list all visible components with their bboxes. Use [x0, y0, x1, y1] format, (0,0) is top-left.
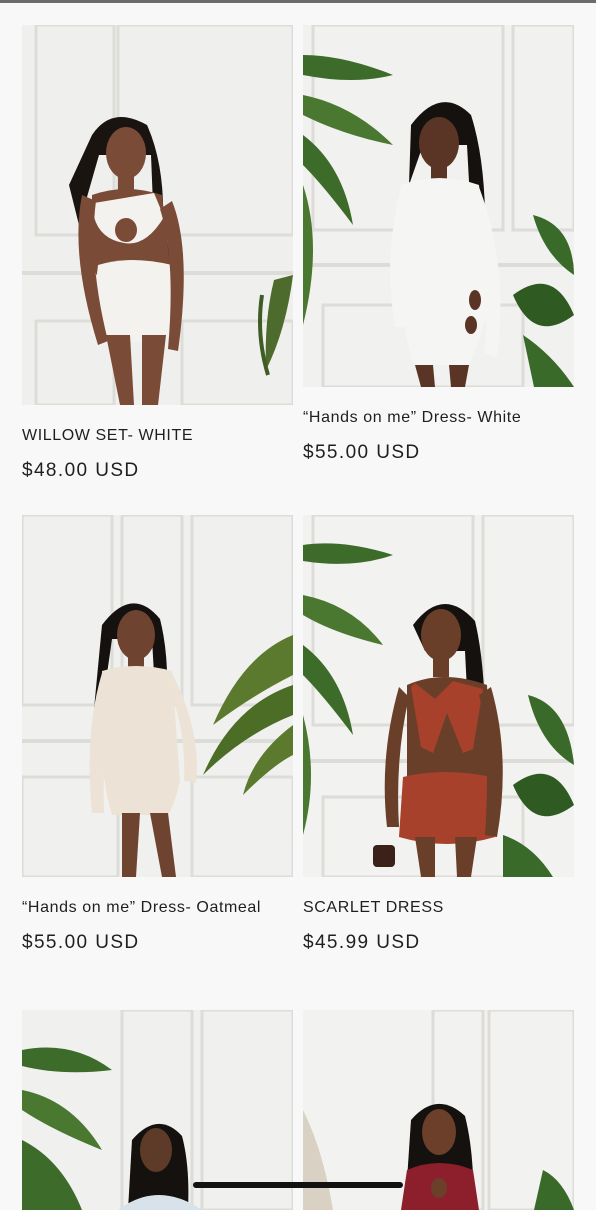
product-title[interactable]: “Hands on me” Dress- Oatmeal: [22, 897, 293, 919]
product-title[interactable]: WILLOW SET- WHITE: [22, 425, 293, 447]
product-card[interactable]: WILLOW SET- WHITE $48.00 USD: [22, 25, 293, 482]
model-photo-icon: [22, 25, 293, 405]
product-image[interactable]: [303, 25, 574, 387]
model-photo-icon: [303, 25, 574, 387]
home-indicator[interactable]: [193, 1182, 403, 1188]
product-card[interactable]: “Hands on me” Dress- White $55.00 USD: [303, 25, 574, 464]
product-card[interactable]: SCARLET DRESS $45.99 USD: [303, 515, 574, 954]
top-edge-bar: [0, 0, 596, 3]
product-image[interactable]: [303, 1010, 574, 1210]
product-title[interactable]: SCARLET DRESS: [303, 897, 574, 919]
model-photo-icon: [22, 1010, 293, 1210]
product-card[interactable]: “Hands on me” Dress- Oatmeal $55.00 USD: [22, 515, 293, 954]
product-image[interactable]: [22, 1010, 293, 1210]
product-price: $45.99 USD: [303, 932, 421, 953]
product-price: $55.00 USD: [303, 442, 421, 463]
model-photo-icon: [303, 515, 574, 877]
product-title[interactable]: “Hands on me” Dress- White: [303, 407, 574, 429]
product-card[interactable]: [303, 1010, 574, 1210]
product-image[interactable]: [303, 515, 574, 877]
model-photo-icon: [22, 515, 293, 877]
model-photo-icon: [303, 1010, 574, 1210]
product-price: $48.00 USD: [22, 460, 140, 481]
product-card[interactable]: [22, 1010, 293, 1210]
product-price: $55.00 USD: [22, 932, 140, 953]
product-image[interactable]: [22, 515, 293, 877]
product-image[interactable]: [22, 25, 293, 405]
